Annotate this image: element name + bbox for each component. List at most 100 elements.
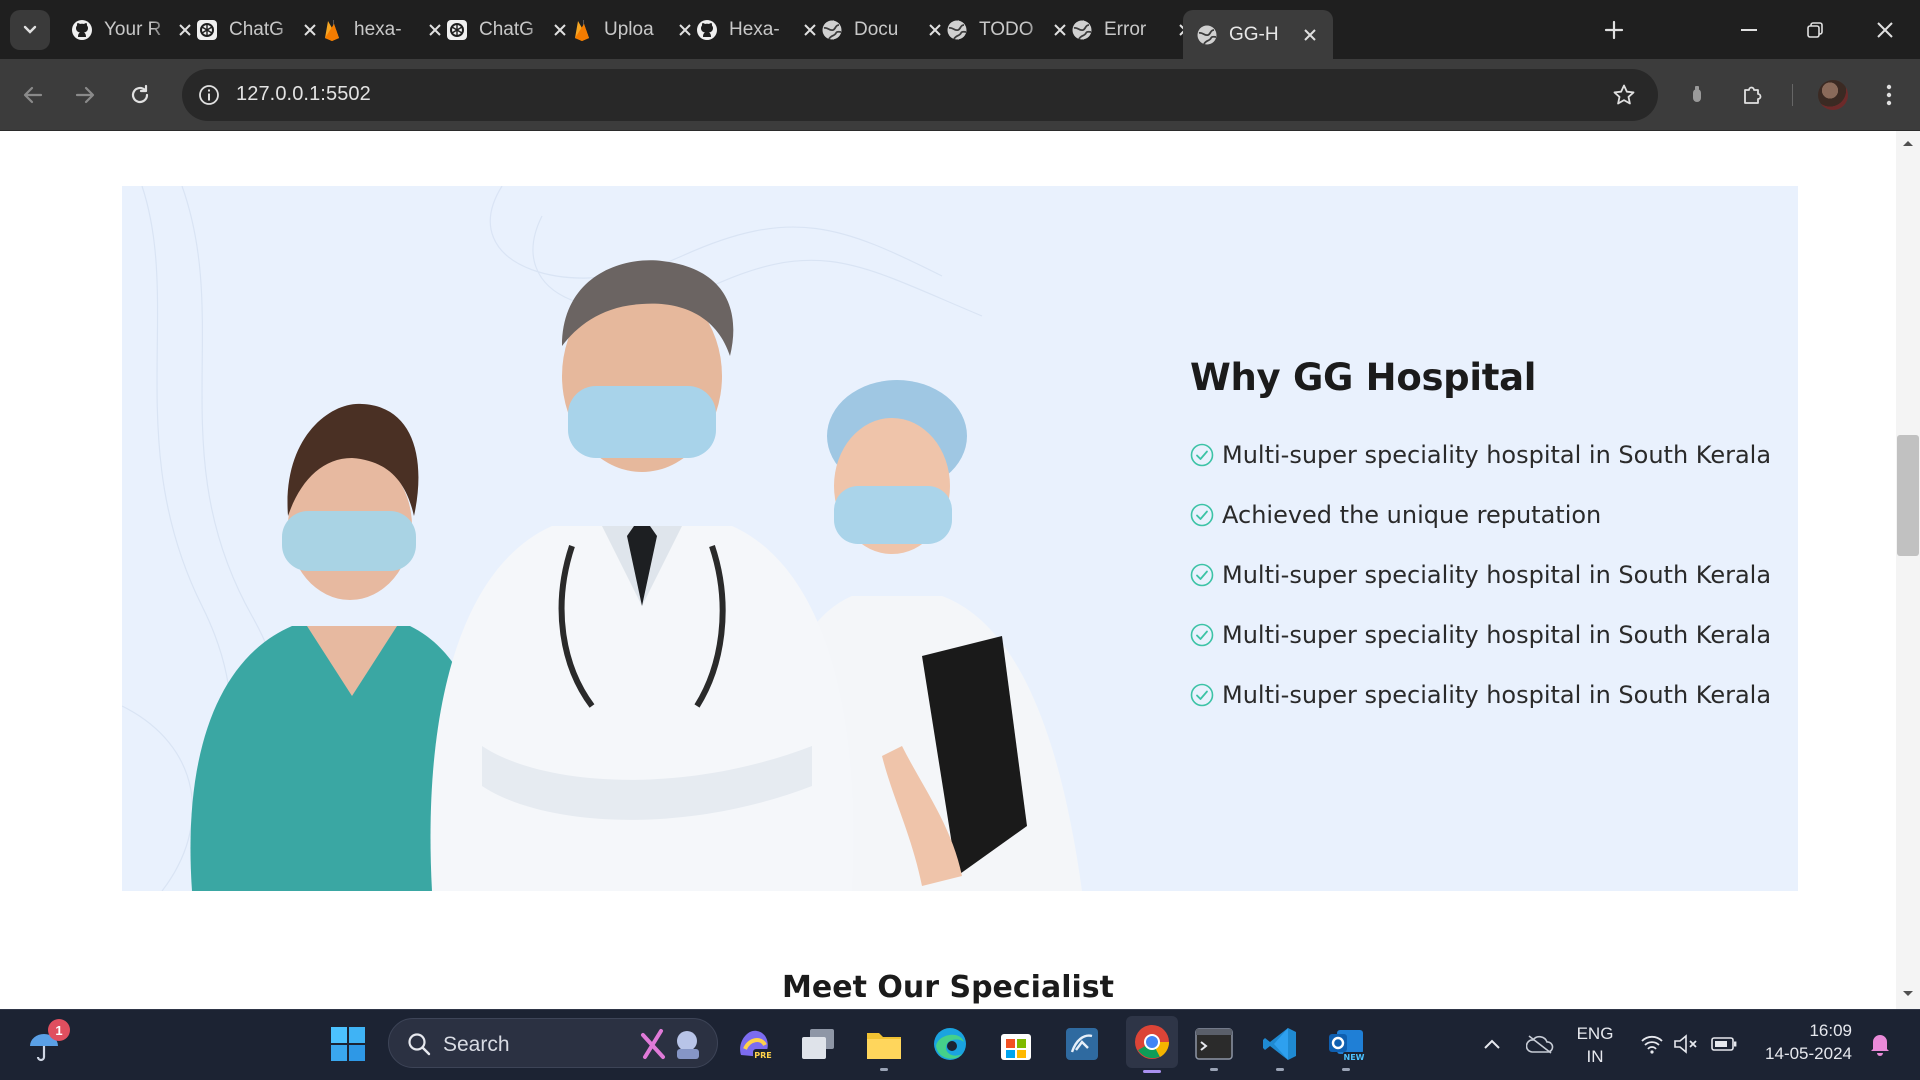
why-point-text: Multi-super speciality hospital in South… <box>1222 561 1772 589</box>
file-explorer-icon[interactable] <box>862 1022 906 1071</box>
scrollbar-thumb[interactable] <box>1897 435 1919 556</box>
page-viewport: Why GG Hospital Multi-super speciality h… <box>0 131 1920 1009</box>
reload-button[interactable] <box>121 76 159 114</box>
chevron-down-icon <box>23 25 37 34</box>
firebase-icon <box>320 18 344 42</box>
specialist-heading: Meet Our Specialist <box>782 970 1114 1005</box>
why-point: Multi-super speciality hospital in South… <box>1190 605 1771 665</box>
address-bar[interactable]: 127.0.0.1:5502 <box>182 69 1658 121</box>
tab-title: hexa- <box>354 19 402 40</box>
why-point: Multi-super speciality hospital in South… <box>1190 665 1771 725</box>
forward-button[interactable] <box>66 76 104 114</box>
edge-icon[interactable] <box>928 1022 972 1066</box>
windows-logo-icon <box>331 1027 365 1061</box>
github-icon <box>70 18 94 42</box>
outlook-new-icon[interactable]: NEW <box>1324 1022 1368 1071</box>
reload-icon <box>131 84 149 104</box>
why-point: Achieved the unique reputation <box>1190 485 1771 545</box>
why-point-text: Multi-super speciality hospital in South… <box>1222 621 1772 649</box>
github-icon <box>695 18 719 42</box>
globe-icon <box>1070 18 1094 42</box>
extensions-puzzle-icon[interactable] <box>1735 77 1771 113</box>
notification-badge: 1 <box>48 1019 70 1041</box>
tab-title: GG-H <box>1229 23 1279 45</box>
back-button[interactable] <box>14 76 52 114</box>
vscode-icon[interactable] <box>1258 1022 1302 1071</box>
tab-title: Docu <box>854 19 899 40</box>
tab-close-icon[interactable] <box>1297 22 1323 48</box>
task-view-icon[interactable] <box>796 1022 840 1066</box>
profile-avatar[interactable] <box>1818 80 1848 110</box>
tab-title: Error <box>1104 19 1147 40</box>
tab-title: Your R <box>104 19 162 40</box>
why-points-list: Multi-super speciality hospital in South… <box>1190 425 1771 725</box>
openai-icon <box>445 18 469 42</box>
onedrive-offline-icon[interactable] <box>1518 1022 1562 1066</box>
clock[interactable]: 16:09 14-05-2024 <box>1752 1021 1852 1064</box>
why-point-text: Achieved the unique reputation <box>1222 501 1602 529</box>
minimize-button[interactable] <box>1724 10 1774 50</box>
mysql-workbench-icon[interactable] <box>1060 1022 1104 1066</box>
openai-icon <box>195 18 219 42</box>
copilot-art-icon <box>641 1029 699 1059</box>
scroll-down-arrow-icon[interactable] <box>1902 990 1914 998</box>
notification-bell-icon[interactable] <box>1858 1022 1902 1066</box>
minimize-icon <box>1741 29 1757 31</box>
new-tab-button[interactable] <box>1598 14 1630 46</box>
why-point: Multi-super speciality hospital in South… <box>1190 545 1771 605</box>
check-circle-icon <box>1190 503 1214 527</box>
arrow-right-icon <box>75 86 95 104</box>
page-scrollbar[interactable] <box>1896 131 1920 1009</box>
toolbar-divider <box>1792 84 1793 106</box>
restore-icon <box>1807 22 1823 38</box>
tab-search-button[interactable] <box>10 10 50 50</box>
taskbar-search[interactable]: Search <box>388 1018 718 1068</box>
terminal-icon[interactable] <box>1192 1022 1236 1071</box>
scroll-up-arrow-icon[interactable] <box>1902 139 1914 147</box>
language-indicator[interactable]: ENG IN <box>1570 1024 1620 1067</box>
browser-tab-strip: Your R ChatG hexa- ChatG Uploa Hexa- Docu TODO E… <box>0 0 1920 59</box>
why-point: Multi-super speciality hospital in South… <box>1190 425 1771 485</box>
running-indicator <box>1210 1068 1218 1071</box>
start-button[interactable] <box>326 1022 370 1066</box>
why-section: Why GG Hospital Multi-super speciality h… <box>122 186 1798 891</box>
microsoft-store-icon[interactable] <box>994 1022 1038 1066</box>
why-content: Why GG Hospital Multi-super speciality h… <box>1190 356 1771 725</box>
show-hidden-icons-chevron-icon[interactable] <box>1470 1022 1514 1066</box>
bookmark-star-icon[interactable] <box>1610 81 1638 109</box>
globe-icon <box>1195 23 1219 47</box>
copilot-pre-icon[interactable]: PRE <box>732 1022 776 1066</box>
active-indicator <box>1143 1070 1161 1073</box>
running-indicator <box>880 1068 888 1071</box>
firebase-icon <box>570 18 594 42</box>
tab-title: Uploa <box>604 19 654 40</box>
running-indicator <box>1342 1068 1350 1071</box>
url-text[interactable]: 127.0.0.1:5502 <box>236 83 371 106</box>
check-circle-icon <box>1190 443 1214 467</box>
doctors-image <box>122 186 1082 891</box>
why-point-text: Multi-super speciality hospital in South… <box>1222 681 1772 709</box>
svg-text:PRE: PRE <box>754 1051 772 1060</box>
tab-title: ChatG <box>229 19 284 40</box>
browser-tab[interactable]: GG-H <box>1183 10 1333 59</box>
arrow-left-icon <box>23 86 43 104</box>
globe-icon <box>820 18 844 42</box>
battery-icon[interactable] <box>1702 1022 1746 1066</box>
browser-toolbar: 127.0.0.1:5502 <box>0 59 1920 131</box>
close-window-button[interactable] <box>1860 10 1910 50</box>
why-title: Why GG Hospital <box>1190 356 1537 399</box>
search-icon <box>408 1033 431 1056</box>
restore-button[interactable] <box>1790 10 1840 50</box>
tab-title: ChatG <box>479 19 534 40</box>
tab-title: TODO <box>979 19 1034 40</box>
chrome-icon[interactable] <box>1126 1016 1178 1073</box>
running-indicator <box>1276 1068 1284 1071</box>
site-info-icon[interactable] <box>196 82 222 108</box>
close-icon <box>1877 22 1893 38</box>
check-circle-icon <box>1190 563 1214 587</box>
extension-icon[interactable] <box>1679 77 1715 113</box>
tab-title: Hexa- <box>729 19 780 40</box>
browser-menu-icon[interactable] <box>1871 77 1907 113</box>
svg-text:NEW: NEW <box>1344 1053 1365 1062</box>
why-point-text: Multi-super speciality hospital in South… <box>1222 441 1772 469</box>
